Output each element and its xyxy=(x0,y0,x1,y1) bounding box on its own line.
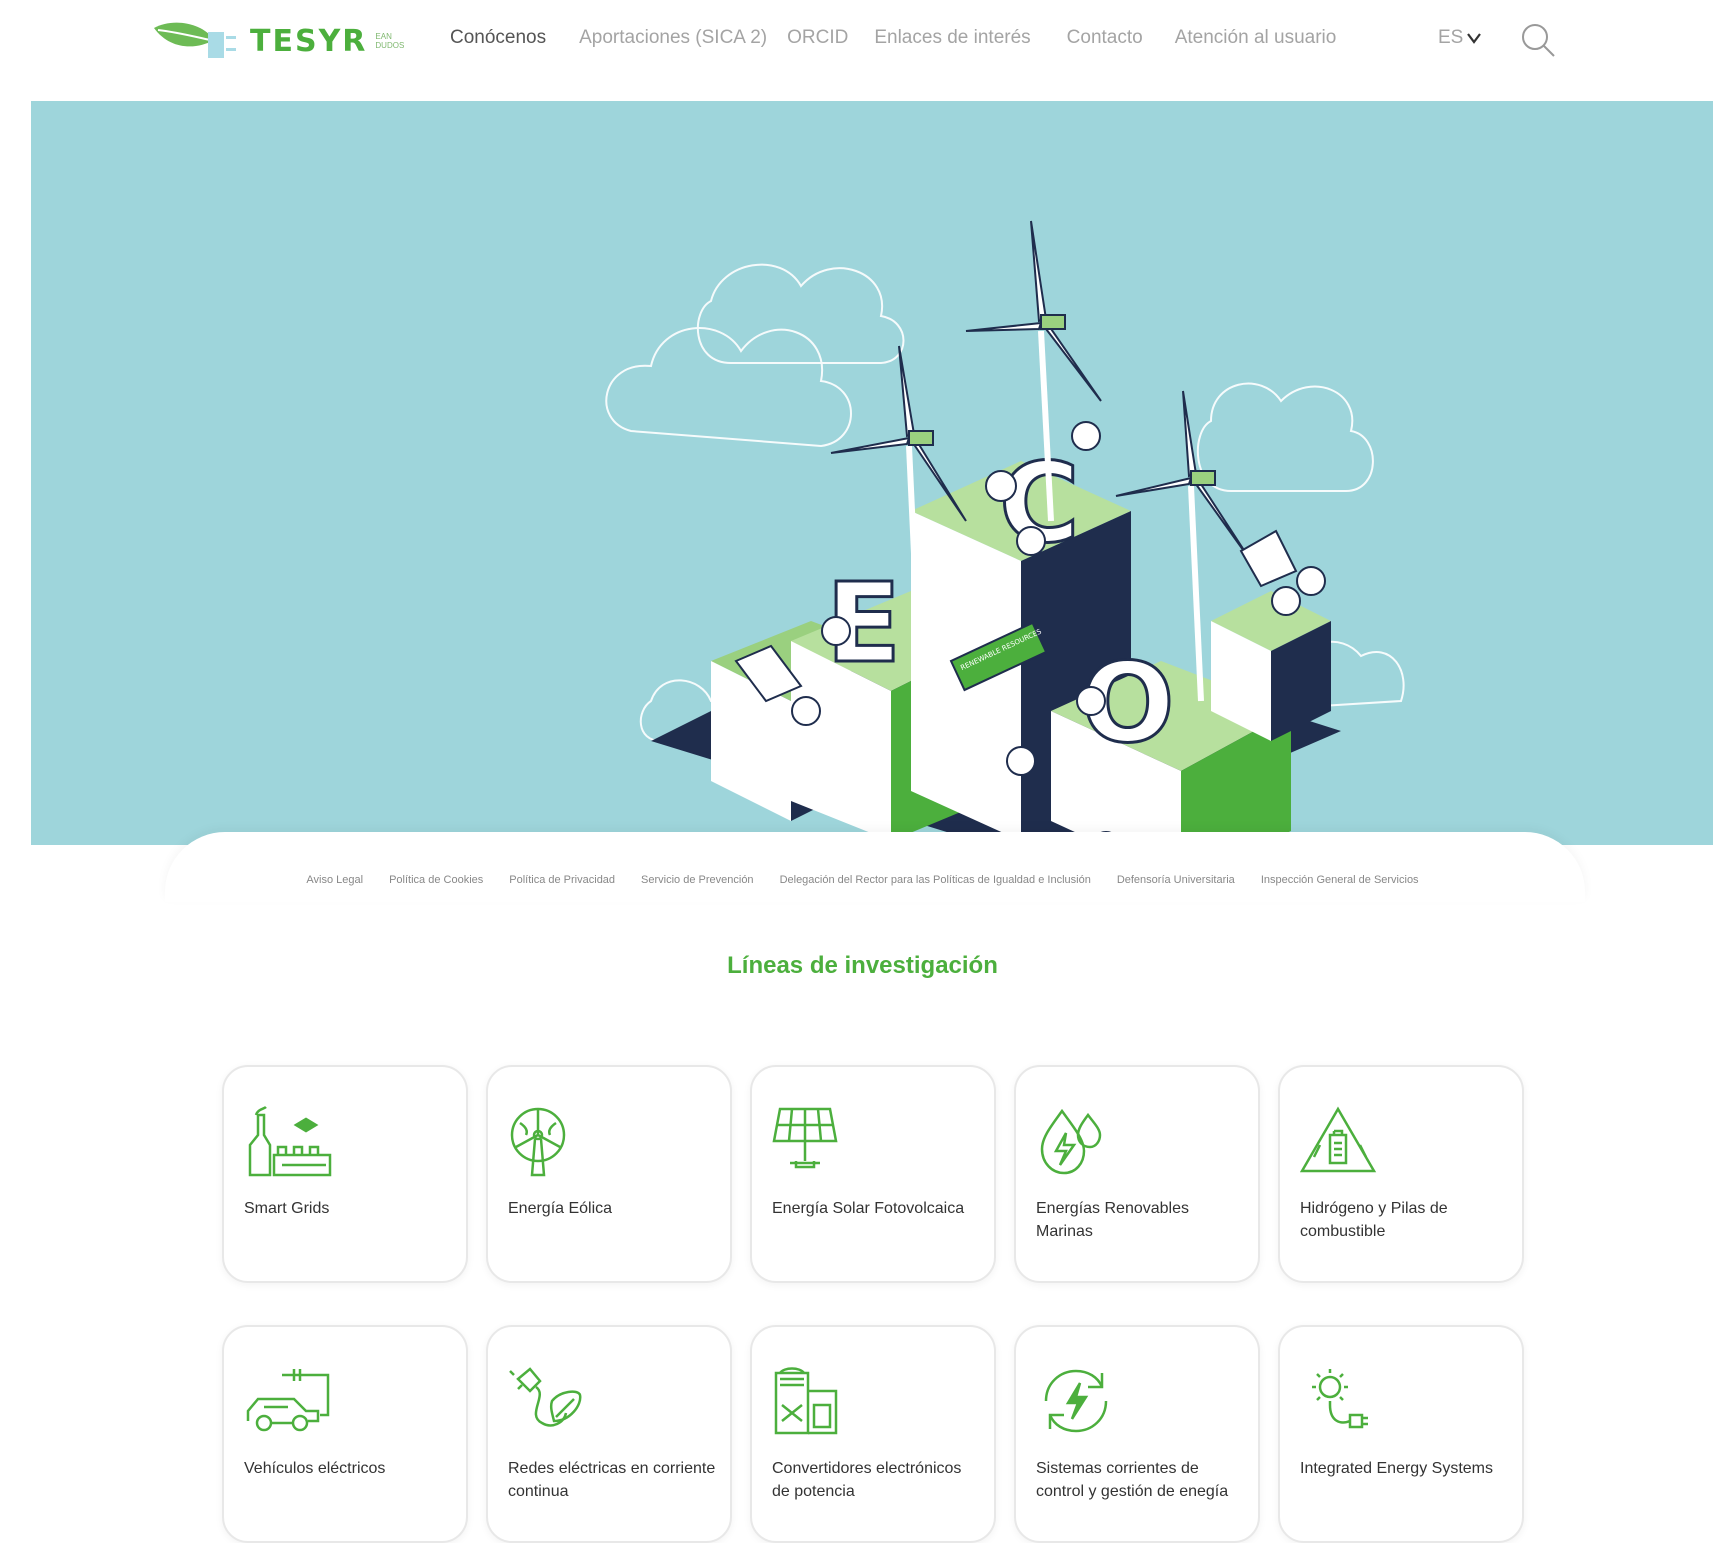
card-label: Energías Renovables Marinas xyxy=(1036,1200,1189,1240)
research-lines-title: Líneas de investigación xyxy=(727,952,998,979)
smart-grid-icon xyxy=(248,1105,332,1177)
logo-text: TESYR xyxy=(250,23,368,59)
research-card-sistemas-control[interactable]: Sistemas corrientes de control y gestión… xyxy=(1014,1325,1260,1543)
research-card-vehiculos[interactable]: Vehículos eléctricos xyxy=(222,1325,468,1543)
legal-defensoria[interactable]: Defensoría Universitaria xyxy=(1117,874,1235,886)
card-label: Hidrógeno y Pilas de combustible xyxy=(1300,1200,1448,1240)
research-card-energia-solar[interactable]: Energía Solar Fotovolcaica xyxy=(750,1065,996,1283)
research-card-convertidores[interactable]: Convertidores electrónicos de potencia xyxy=(750,1325,996,1543)
nav-aportaciones[interactable]: Aportaciones (SICA 2) xyxy=(579,27,767,49)
solar-panel-icon xyxy=(772,1107,838,1169)
card-label: Integrated Energy Systems xyxy=(1300,1460,1493,1477)
electric-car-icon xyxy=(246,1369,330,1432)
main-nav: Conócenos Aportaciones (SICA 2) ORCID En… xyxy=(450,27,1336,49)
legal-bar-background xyxy=(165,832,1585,902)
card-label: Energía Eólica xyxy=(508,1200,613,1217)
hydrogen-icon xyxy=(1300,1106,1377,1173)
legal-privacidad[interactable]: Política de Privacidad xyxy=(509,874,615,886)
legal-aviso[interactable]: Aviso Legal xyxy=(306,874,363,886)
research-card-integrated[interactable]: Integrated Energy Systems xyxy=(1278,1325,1524,1543)
legal-inspeccion[interactable]: Inspección General de Servicios xyxy=(1261,874,1419,886)
legal-cookies[interactable]: Política de Cookies xyxy=(389,874,483,886)
research-card-energias-marinas[interactable]: Energías Renovables Marinas xyxy=(1014,1065,1260,1283)
research-card-smart-grids[interactable]: Smart Grids xyxy=(222,1065,468,1283)
site-header: TESYR EAN DUDOS Conócenos Aportaciones (… xyxy=(0,0,1725,92)
language-selector[interactable]: ES xyxy=(1438,27,1482,49)
language-label: ES xyxy=(1438,27,1464,48)
energy-cycle-icon xyxy=(1044,1369,1108,1433)
sun-plug-icon xyxy=(1312,1369,1368,1429)
legal-links: Aviso Legal Política de Cookies Política… xyxy=(0,874,1725,886)
power-converter-icon xyxy=(774,1367,838,1435)
nav-atencion[interactable]: Atención al usuario xyxy=(1175,27,1337,49)
nav-contacto[interactable]: Contacto xyxy=(1067,27,1143,49)
research-card-energia-eolica[interactable]: Energía Eólica xyxy=(486,1065,732,1283)
legal-prevencion[interactable]: Servicio de Prevención xyxy=(641,874,754,886)
site-logo[interactable]: TESYR EAN DUDOS xyxy=(152,14,405,68)
water-energy-icon xyxy=(1040,1108,1102,1175)
search-icon[interactable] xyxy=(1518,20,1558,60)
card-label: Convertidores electrónicos de potencia xyxy=(772,1460,962,1500)
card-label: Sistemas corrientes de control y gestión… xyxy=(1036,1460,1229,1500)
card-label: Vehículos eléctricos xyxy=(244,1460,386,1477)
logo-subtext: EAN DUDOS xyxy=(375,32,405,50)
nav-conocenos[interactable]: Conócenos xyxy=(450,27,546,49)
nav-enlaces[interactable]: Enlaces de interés xyxy=(874,27,1030,49)
nav-orcid[interactable]: ORCID xyxy=(787,27,848,49)
card-label: Redes eléctricas en corriente continua xyxy=(508,1460,716,1500)
chevron-down-icon xyxy=(1467,33,1482,44)
research-card-redes-dc[interactable]: Redes eléctricas en corriente continua xyxy=(486,1325,732,1543)
card-label: Energía Solar Fotovolcaica xyxy=(772,1200,965,1217)
leaf-plug-icon xyxy=(154,22,236,58)
card-label: Smart Grids xyxy=(244,1200,330,1217)
legal-igualdad[interactable]: Delegación del Rector para las Políticas… xyxy=(780,874,1091,886)
hero-banner: E C O RENEWABLE RESOURCES xyxy=(31,101,1713,845)
research-card-hidrogeno[interactable]: Hidrógeno y Pilas de combustible xyxy=(1278,1065,1524,1283)
plug-leaf-icon xyxy=(509,1367,582,1427)
eco-city-illustration: E C O RENEWABLE RESOURCES xyxy=(605,220,1405,845)
wind-turbine-icon xyxy=(510,1107,566,1177)
